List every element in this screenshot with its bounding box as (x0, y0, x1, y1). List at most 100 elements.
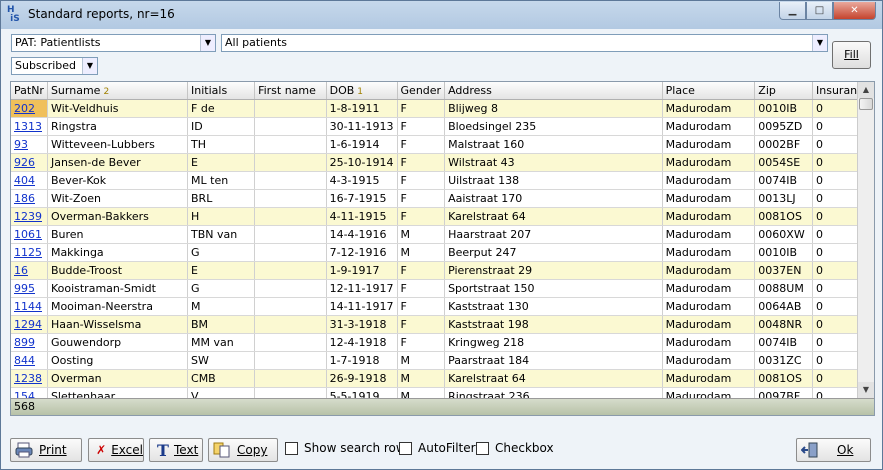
table-row[interactable]: 202 Wit-Veldhuis F de 1-8-1911 F Blijweg 8 Mad… (11, 99, 874, 118)
column-header[interactable]: Surname 2 (47, 82, 189, 100)
patnr-link[interactable]: 16 (11, 261, 48, 280)
status-select[interactable]: Subscribed ▼ (11, 57, 98, 75)
patnr-link[interactable]: 1144 (11, 297, 48, 316)
column-header[interactable]: Place (662, 82, 756, 100)
chevron-down-icon[interactable]: ▼ (82, 58, 97, 74)
patnr-link[interactable]: 1239 (11, 207, 48, 226)
table-cell: Beerput 247 (444, 243, 663, 262)
scroll-down-icon[interactable]: ▼ (858, 382, 874, 398)
table-cell: 0095ZD (754, 117, 813, 136)
minimize-icon[interactable]: ▁ (779, 2, 806, 20)
table-cell: Blijweg 8 (444, 99, 663, 118)
table-row[interactable]: 1061 Buren TBN van 14-4-1916 M Haarstraat 207… (11, 225, 874, 244)
excel-icon: ✗ (96, 443, 107, 457)
patnr-link[interactable]: 1061 (11, 225, 48, 244)
checkbox-box[interactable] (399, 441, 412, 455)
filter-select[interactable]: All patients ▼ (221, 34, 828, 52)
ok-button[interactable]: Ok (796, 438, 871, 462)
title-bar[interactable]: H iS Standard reports, nr=16 ▁ □ ✕ (1, 1, 882, 29)
checkbox-box[interactable] (285, 441, 298, 455)
excel-button[interactable]: ✗ Excel (88, 438, 144, 462)
maximize-icon[interactable]: □ (806, 2, 833, 20)
checkbox-box[interactable] (476, 441, 489, 455)
table-cell: Kaststraat 130 (444, 297, 663, 316)
table-row[interactable]: 16 Budde-Troost E 1-9-1917 F Pierenstraat 29 M… (11, 261, 874, 280)
table-cell: 12-11-1917 (326, 279, 398, 298)
patnr-link[interactable]: 186 (11, 189, 48, 208)
table-row[interactable]: 1125 Makkinga G 7-12-1916 M Beerput 247 Maduro… (11, 243, 874, 262)
show-search-row-checkbox[interactable]: Show search row (285, 441, 406, 455)
table-row[interactable]: 926 Jansen-de Bever E 25-10-1914 F Wilstraat … (11, 153, 874, 172)
table-cell: Karelstraat 64 (444, 369, 663, 388)
patnr-link[interactable]: 1294 (11, 315, 48, 334)
table-cell: F (397, 189, 446, 208)
table-cell: Madurodam (662, 135, 756, 154)
copy-button[interactable]: Copy (208, 438, 278, 462)
scroll-thumb[interactable] (859, 98, 873, 110)
column-header[interactable]: Gender (397, 82, 446, 100)
table-row[interactable]: 1144 Mooiman-Neerstra M 14-11-1917 F Kaststra… (11, 297, 874, 316)
table-cell: TH (187, 135, 256, 154)
table-row[interactable]: 404 Bever-Kok ML ten 4-3-1915 F Uilstraat 138… (11, 171, 874, 190)
text-t-icon: T (157, 440, 169, 460)
scroll-up-icon[interactable]: ▲ (858, 82, 874, 98)
patnr-link[interactable]: 926 (11, 153, 48, 172)
patnr-link[interactable]: 93 (11, 135, 48, 154)
table-row[interactable]: 1294 Haan-Wisselsma BM 31-3-1918 F Kaststraat… (11, 315, 874, 334)
patnr-link[interactable]: 202 (11, 99, 48, 118)
column-header[interactable]: DOB 1 (326, 82, 398, 100)
vertical-scrollbar[interactable]: ▲ ▼ (857, 82, 874, 398)
patnr-link[interactable]: 844 (11, 351, 48, 370)
table-cell: 0064AB (754, 297, 813, 316)
patnr-link[interactable]: 404 (11, 171, 48, 190)
table-cell: 0013LJ (754, 189, 813, 208)
table-cell: F (397, 315, 446, 334)
row-count-footer: 568 (11, 398, 874, 415)
table-cell: Madurodam (662, 171, 756, 190)
checkbox-checkbox[interactable]: Checkbox (476, 441, 554, 455)
report-select[interactable]: PAT: Patientlists ▼ (11, 34, 216, 52)
table-cell: 0081OS (754, 207, 813, 226)
ok-label: Ok (837, 443, 854, 457)
patient-grid[interactable]: PatNr Surname 2 Initials First name DOB 1 Gende… (10, 81, 875, 416)
table-row[interactable]: 186 Wit-Zoen BRL 16-7-1915 F Aaistraat 170 Mad… (11, 189, 874, 208)
table-cell: Madurodam (662, 369, 756, 388)
table-row[interactable]: 899 Gouwendorp MM van 12-4-1918 F Kringweg 21… (11, 333, 874, 352)
patnr-link[interactable]: 1313 (11, 117, 48, 136)
table-cell: G (187, 243, 256, 262)
table-row[interactable]: 1238 Overman CMB 26-9-1918 M Karelstraat 64 Ma… (11, 369, 874, 388)
app-logo-icon: H iS (7, 5, 20, 24)
table-cell: Kaststraat 198 (444, 315, 663, 334)
column-header[interactable]: First name (254, 82, 327, 100)
table-cell: M (397, 369, 446, 388)
chevron-down-icon[interactable]: ▼ (200, 35, 215, 51)
table-row[interactable]: 93 Witteveen-Lubbers TH 1-6-1914 F Malstraat … (11, 135, 874, 154)
column-header[interactable]: PatNr (11, 82, 48, 100)
patnr-link[interactable]: 1125 (11, 243, 48, 262)
table-row[interactable]: 995 Kooistraman-Smidt G 12-11-1917 F Sportstr… (11, 279, 874, 298)
patnr-link[interactable]: 899 (11, 333, 48, 352)
table-cell: ML ten (187, 171, 256, 190)
column-header[interactable]: Initials (187, 82, 256, 100)
text-button[interactable]: T Text (149, 438, 203, 462)
autofilter-checkbox[interactable]: AutoFilter (399, 441, 476, 455)
fill-button-label: Fill (844, 48, 859, 61)
fill-button[interactable]: Fill (832, 41, 871, 69)
table-row[interactable]: 1313 Ringstra ID 30-11-1913 F Bloedsingel 235… (11, 117, 874, 136)
table-cell: F (397, 117, 446, 136)
patnr-link[interactable]: 995 (11, 279, 48, 298)
table-row[interactable]: 844 Oosting SW 1-7-1918 M Paarstraat 184 Madur… (11, 351, 874, 370)
column-header[interactable]: Zip (754, 82, 813, 100)
print-button[interactable]: Print (10, 438, 82, 462)
patnr-link[interactable]: 1238 (11, 369, 48, 388)
table-row[interactable]: 1239 Overman-Bakkers H 4-11-1915 F Karelstraa… (11, 207, 874, 226)
table-cell (254, 351, 327, 370)
table-cell: Mooiman-Neerstra (47, 297, 189, 316)
status-select-value: Subscribed (15, 59, 77, 72)
table-cell: Madurodam (662, 351, 756, 370)
close-icon[interactable]: ✕ (833, 2, 876, 20)
column-header[interactable]: Address (444, 82, 663, 100)
table-cell: E (187, 153, 256, 172)
chevron-down-icon[interactable]: ▼ (812, 35, 827, 51)
table-cell: BRL (187, 189, 256, 208)
